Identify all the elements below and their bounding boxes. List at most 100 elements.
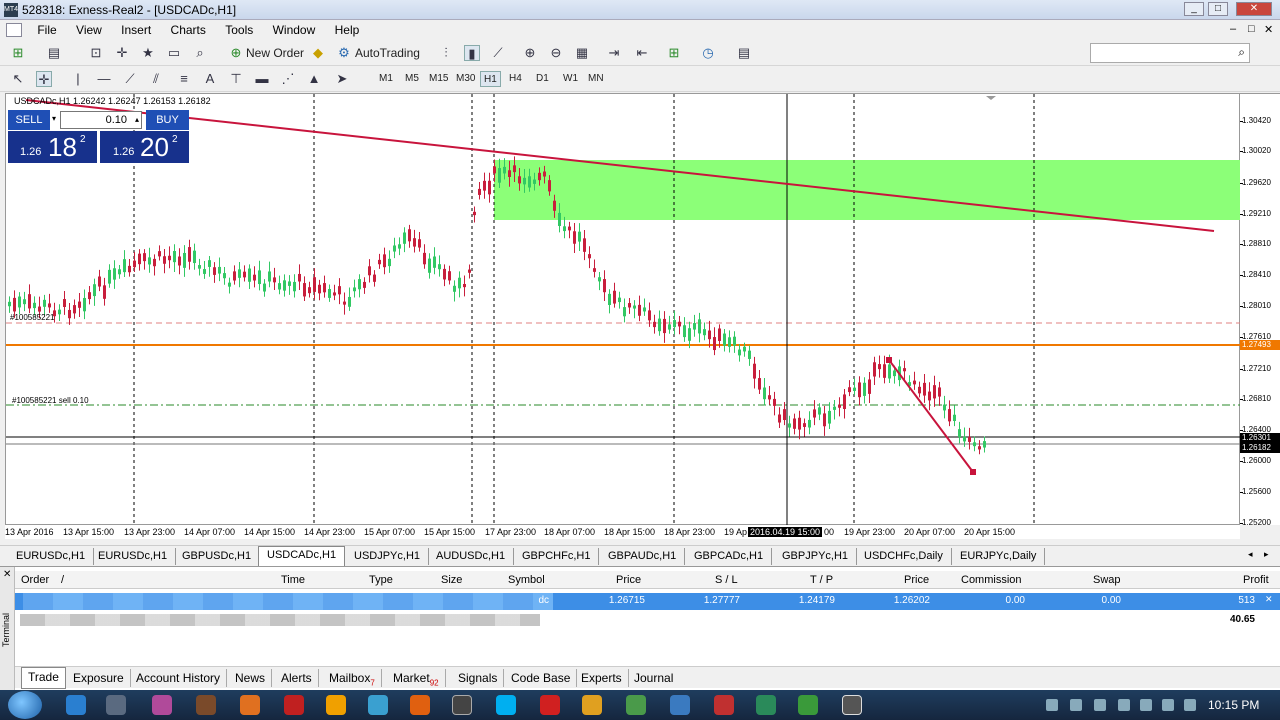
timeframe-mn[interactable]: MN — [585, 71, 607, 87]
child-close-button[interactable]: ✕ — [1264, 23, 1273, 36]
tray-icon[interactable] — [1094, 699, 1106, 711]
chrome-icon[interactable] — [626, 695, 646, 715]
zoom-in-icon[interactable]: ⊕ — [522, 45, 538, 61]
app-icon[interactable] — [326, 695, 346, 715]
timeframe-m15[interactable]: M15 — [426, 71, 451, 87]
tab-scroll-right-icon[interactable]: ▸ — [1264, 549, 1269, 560]
timeframe-m30[interactable]: M30 — [453, 71, 478, 87]
start-button[interactable] — [8, 691, 42, 719]
tab-account-history[interactable]: Account History — [130, 669, 228, 687]
buy-quote[interactable]: 1.26 20 2 — [100, 131, 189, 163]
chart-tab[interactable]: EURUSDc,H1 — [90, 548, 177, 565]
sell-button[interactable]: SELL — [8, 110, 50, 130]
tab-experts[interactable]: Experts — [575, 669, 629, 687]
app-icon[interactable] — [368, 695, 388, 715]
tile-windows-icon[interactable]: ▦ — [574, 45, 590, 61]
row-close-icon[interactable]: ✕ — [1265, 594, 1273, 605]
col-current-price[interactable]: Price — [904, 574, 929, 586]
minimize-button[interactable]: _ — [1184, 2, 1204, 16]
app-icon[interactable] — [714, 695, 734, 715]
arrow-icon[interactable]: ▲ — [306, 71, 322, 87]
archive-app-icon[interactable] — [196, 695, 216, 715]
tray-arrow-icon[interactable] — [1046, 699, 1058, 711]
more-tools-icon[interactable]: ➤ — [334, 71, 350, 87]
app-icon[interactable] — [798, 695, 818, 715]
lot-up-icon[interactable]: ▴ — [135, 112, 139, 128]
new-chart-icon[interactable]: ⊞ — [10, 45, 26, 61]
col-swap[interactable]: Swap — [1093, 574, 1121, 586]
price-axis[interactable]: 1.30420 1.30020 1.29620 1.29210 1.28810 … — [1240, 93, 1280, 527]
maximize-button[interactable]: □ — [1208, 2, 1228, 16]
menu-charts[interactable]: Charts — [163, 20, 214, 40]
opera-icon[interactable] — [540, 695, 560, 715]
tab-code-base[interactable]: Code Base — [505, 669, 578, 687]
chart-tab[interactable]: USDJPYc,H1 — [346, 548, 430, 565]
line-chart-icon[interactable]: ⟋ — [490, 45, 506, 61]
col-type[interactable]: Type — [369, 574, 393, 586]
navigator-icon[interactable]: ★ — [140, 45, 156, 61]
tray-icon[interactable] — [1118, 699, 1130, 711]
crosshair-icon[interactable]: ✛ — [36, 71, 52, 87]
timeframe-m5[interactable]: M5 — [402, 71, 422, 87]
zoom-out-icon[interactable]: ⊖ — [548, 45, 564, 61]
tray-icon[interactable] — [1070, 699, 1082, 711]
timeframe-m1[interactable]: M1 — [376, 71, 396, 87]
menu-insert[interactable]: Insert — [113, 20, 159, 40]
bar-chart-icon[interactable]: ⫶ — [438, 45, 454, 61]
file-explorer-icon[interactable] — [106, 695, 126, 715]
col-symbol[interactable]: Symbol — [508, 574, 545, 586]
gann-icon[interactable]: ⋰ — [280, 71, 296, 87]
close-button[interactable]: ✕ — [1236, 2, 1272, 16]
search-input[interactable]: ⌕ — [1090, 43, 1250, 63]
terminal-close-icon[interactable]: ✕ — [3, 569, 11, 580]
col-profit[interactable]: Profit — [1243, 574, 1269, 586]
trade-row[interactable]: dc 1.26715 1.27777 1.24179 1.26202 0.00 … — [15, 593, 1280, 610]
timeframe-d1[interactable]: D1 — [533, 71, 552, 87]
col-commission[interactable]: Commission — [961, 574, 1022, 586]
media-app-icon[interactable] — [152, 695, 172, 715]
indicators-icon[interactable]: ⊞ — [666, 45, 682, 61]
app-icon[interactable] — [756, 695, 776, 715]
col-time[interactable]: Time — [281, 574, 305, 586]
rectangle-icon[interactable]: ▬ — [254, 71, 270, 87]
fibonacci-icon[interactable]: ≡ — [176, 71, 192, 87]
chart-tab-active[interactable]: USDCADc,H1 — [258, 546, 346, 566]
app-icon[interactable] — [670, 695, 690, 715]
equidistant-channel-icon[interactable]: ⫽ — [148, 71, 164, 87]
text-label-icon[interactable]: ⊤ — [228, 71, 244, 87]
templates-icon[interactable]: ▤ — [736, 45, 752, 61]
child-restore-button[interactable]: □ — [1248, 23, 1255, 35]
cursor-icon[interactable]: ↖ — [10, 71, 26, 87]
network-icon[interactable] — [1140, 699, 1152, 711]
tab-market[interactable]: Market92 — [387, 669, 446, 687]
chart-tab[interactable]: GBPJPYc,H1 — [774, 548, 858, 565]
candlestick-icon[interactable]: ▮ — [464, 45, 480, 61]
market-watch-icon[interactable]: ⊡ — [88, 45, 104, 61]
menu-file[interactable]: File — [29, 20, 64, 40]
metaeditor-icon[interactable]: ◆ — [310, 45, 326, 61]
col-order[interactable]: Order — [21, 574, 49, 586]
data-window-icon[interactable]: ✛ — [114, 45, 130, 61]
col-tp[interactable]: T / P — [810, 574, 833, 586]
col-size[interactable]: Size — [441, 574, 462, 586]
tab-journal[interactable]: Journal — [628, 669, 679, 687]
tab-trade[interactable]: Trade — [21, 667, 66, 689]
buy-button[interactable]: BUY — [146, 110, 189, 130]
timeframe-h4[interactable]: H4 — [506, 71, 525, 87]
app-icon[interactable] — [410, 695, 430, 715]
child-minimize-button[interactable]: – — [1230, 23, 1236, 35]
price-chart[interactable] — [5, 93, 1241, 526]
menu-tools[interactable]: Tools — [217, 20, 261, 40]
terminal-icon[interactable]: ▭ — [166, 45, 182, 61]
time-axis[interactable]: 13 Apr 2016 13 Apr 15:00 13 Apr 23:00 14… — [5, 525, 1240, 539]
volume-icon[interactable] — [1162, 699, 1174, 711]
autotrading-button[interactable]: AutoTrading — [355, 44, 420, 62]
new-order-button[interactable]: New Order — [246, 44, 304, 62]
firefox-icon[interactable] — [240, 695, 260, 715]
skype-icon[interactable] — [496, 695, 516, 715]
tray-icon[interactable] — [1184, 699, 1196, 711]
tab-signals[interactable]: Signals — [452, 669, 505, 687]
tab-news[interactable]: News — [229, 669, 273, 687]
tab-mailbox[interactable]: Mailbox7 — [323, 669, 382, 687]
chart-tab[interactable]: GBPAUDc,H1 — [600, 548, 686, 565]
